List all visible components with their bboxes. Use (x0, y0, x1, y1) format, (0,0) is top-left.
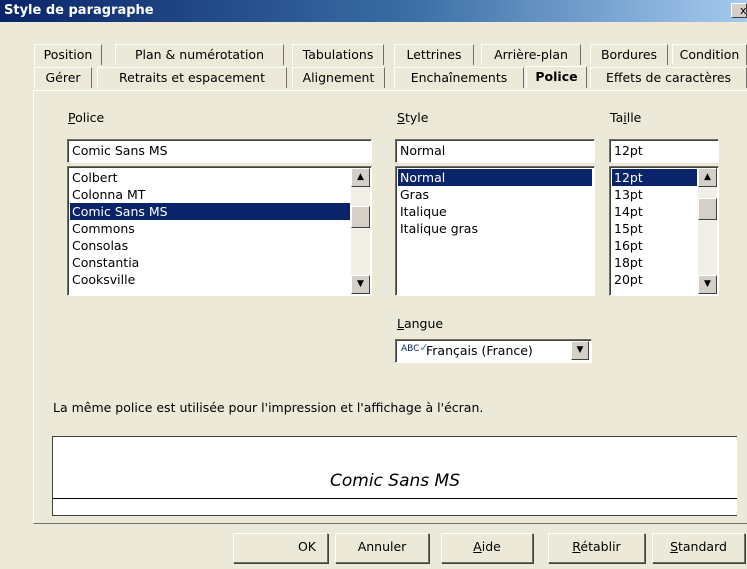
scroll-down-icon[interactable]: ▼ (351, 275, 370, 294)
close-icon[interactable]: x (731, 3, 747, 18)
font-info-text: La même police est utilisée pour l'impre… (53, 400, 484, 415)
tab-effets-caracteres[interactable]: Effets de caractères (590, 67, 747, 88)
tab-police[interactable]: Police (526, 66, 587, 88)
list-item[interactable]: Italique (398, 203, 447, 220)
list-item[interactable]: 20pt (612, 271, 643, 288)
font-name-input[interactable]: Comic Sans MS (67, 139, 372, 163)
list-item[interactable]: 13pt (612, 186, 643, 203)
standard-button[interactable]: Standard (652, 533, 745, 563)
chevron-down-icon[interactable]: ▼ (571, 341, 589, 360)
spellcheck-icon: ABC✓ (401, 342, 429, 359)
tab-retraits-espacement[interactable]: Retraits et espacement (97, 67, 287, 88)
window-title: Style de paragraphe (4, 3, 154, 18)
tab-arriere-plan[interactable]: Arrière-plan (481, 44, 581, 65)
language-label: Langue (397, 316, 444, 331)
list-item[interactable]: Constantia (70, 254, 139, 271)
size-list[interactable]: 12pt 13pt 14pt 15pt 16pt 18pt 20pt ▲ ▼ (609, 166, 719, 296)
tab-enchainements[interactable]: Enchaînements (394, 67, 524, 88)
scroll-up-icon[interactable]: ▲ (351, 168, 370, 187)
scroll-thumb[interactable] (351, 206, 370, 228)
tab-tabulations[interactable]: Tabulations (292, 44, 384, 65)
tab-alignement[interactable]: Alignement (292, 67, 385, 88)
cancel-button[interactable]: Annuler (335, 533, 429, 563)
list-item-selected[interactable]: Comic Sans MS (70, 203, 350, 220)
font-preview: Comic Sans MS (52, 436, 737, 516)
font-label: Police (68, 110, 105, 125)
scroll-up-icon[interactable]: ▲ (698, 168, 717, 187)
reset-button[interactable]: Rétablir (548, 533, 645, 563)
list-item[interactable]: 15pt (612, 220, 643, 237)
size-input[interactable]: 12pt (609, 139, 719, 163)
list-item[interactable]: 14pt (612, 203, 643, 220)
list-item-selected[interactable]: 12pt (612, 169, 697, 186)
scroll-down-icon[interactable]: ▼ (698, 275, 717, 294)
list-item[interactable]: Cooksville (70, 271, 135, 288)
tab-gerer[interactable]: Gérer (34, 67, 92, 88)
list-item[interactable]: 18pt (612, 254, 643, 271)
style-list[interactable]: Normal Gras Italique Italique gras (395, 166, 595, 296)
reset-button-rest: établir (580, 539, 621, 554)
language-value: Français (France) (426, 343, 533, 358)
list-item[interactable]: Consolas (70, 237, 128, 254)
tab-position[interactable]: Position (34, 44, 102, 65)
list-item[interactable]: Italique gras (398, 220, 478, 237)
list-item[interactable]: Colbert (70, 169, 118, 186)
preview-text: Comic Sans MS (329, 471, 460, 491)
size-label-rest: lle (626, 110, 642, 125)
window-titlebar: Style de paragraphe x (0, 0, 747, 22)
standard-button-rest: tandard (678, 539, 727, 554)
tab-condition[interactable]: Condition (672, 44, 747, 65)
list-item[interactable]: Gras (398, 186, 429, 203)
tab-bordures[interactable]: Bordures (590, 44, 668, 65)
list-item-selected[interactable]: Normal (398, 169, 592, 186)
help-button-rest: ide (481, 539, 501, 554)
list-item[interactable]: Commons (70, 220, 135, 237)
spellcheck-icon-text: ABC (401, 344, 420, 354)
preview-baseline (53, 498, 737, 499)
size-label-start: Ta (610, 110, 624, 125)
scroll-thumb[interactable] (698, 198, 717, 220)
tab-plan-numerotation[interactable]: Plan & numérotation (115, 44, 284, 65)
style-input[interactable]: Normal (395, 139, 595, 163)
language-select[interactable]: ABC✓ Français (France) ▼ (395, 339, 592, 363)
font-list-scrollbar[interactable]: ▲ ▼ (351, 168, 370, 294)
tab-lettrines[interactable]: Lettrines (394, 44, 474, 65)
style-label: Style (397, 110, 429, 125)
language-label-rest: angue (403, 316, 444, 331)
list-item[interactable]: 16pt (612, 237, 643, 254)
font-list[interactable]: Colbert Colonna MT Comic Sans MS Commons… (67, 166, 372, 296)
font-label-rest: olice (75, 110, 105, 125)
list-item[interactable]: Colonna MT (70, 186, 145, 203)
size-label: Taille (610, 110, 642, 125)
style-label-rest: tyle (404, 110, 429, 125)
ok-button[interactable]: OK (233, 533, 328, 563)
size-list-scrollbar[interactable]: ▲ ▼ (698, 168, 717, 294)
help-button[interactable]: Aide (441, 533, 533, 563)
